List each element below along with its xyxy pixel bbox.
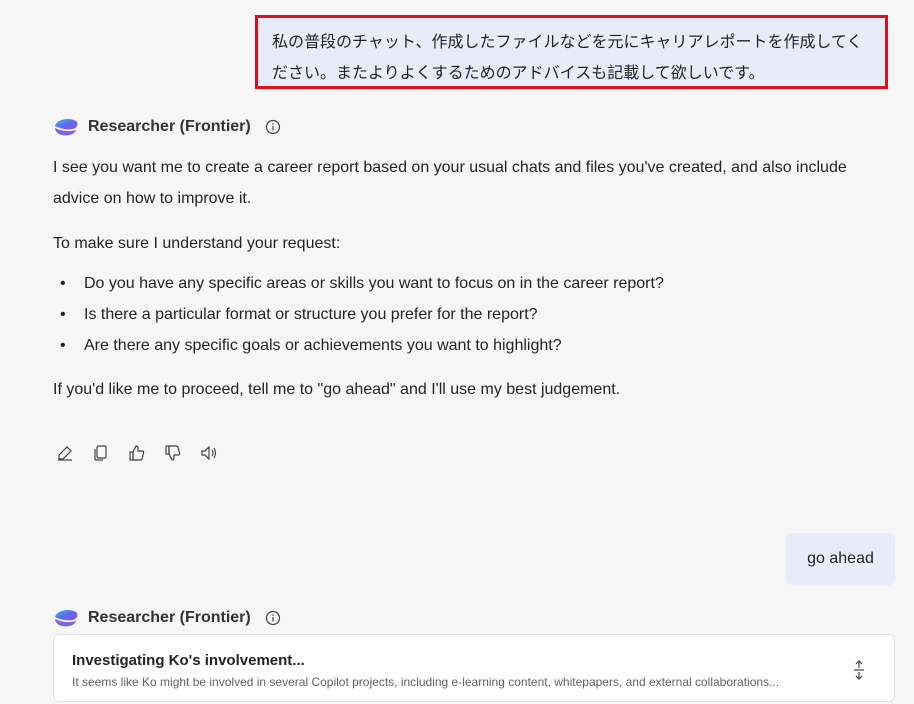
list-item: • Do you have any specific areas or skill… bbox=[60, 275, 664, 292]
list-item: • Are there any specific goals or achieve… bbox=[60, 337, 562, 354]
thumbs-down-icon[interactable] bbox=[162, 441, 184, 465]
agent-name: Researcher (Frontier) bbox=[88, 609, 251, 626]
speaker-icon[interactable] bbox=[198, 441, 220, 465]
card-title: Investigating Ko's involvement... bbox=[72, 652, 305, 669]
copy-icon[interactable] bbox=[90, 441, 112, 465]
agent-header: Researcher (Frontier) bbox=[53, 115, 281, 139]
thumbs-up-icon[interactable] bbox=[126, 441, 148, 465]
message-actions bbox=[54, 441, 220, 465]
user-message-highlighted: 私の普段のチャット、作成したファイルなどを元にキャリアレポートを作成してください… bbox=[255, 15, 888, 89]
info-icon[interactable] bbox=[265, 119, 281, 135]
user-message-2: go ahead bbox=[786, 533, 895, 585]
user-message-text: 私の普段のチャット、作成したファイルなどを元にキャリアレポートを作成してください… bbox=[272, 32, 863, 82]
list-item: • Is there a particular format or structu… bbox=[60, 306, 538, 323]
question-list: • Do you have any specific areas or skill… bbox=[60, 268, 860, 361]
info-icon[interactable] bbox=[265, 610, 281, 626]
agent-intro: I see you want me to create a career rep… bbox=[53, 159, 847, 207]
agent-name: Researcher (Frontier) bbox=[88, 118, 251, 135]
research-progress-card[interactable]: Investigating Ko's involvement... It see… bbox=[53, 634, 895, 702]
agent-lead: To make sure I understand your request: bbox=[53, 235, 341, 252]
card-subtitle: It seems like Ko might be involved in se… bbox=[72, 675, 780, 689]
user-message-text: go ahead bbox=[807, 550, 874, 567]
researcher-logo-icon bbox=[55, 118, 78, 136]
researcher-logo-icon bbox=[55, 609, 78, 627]
expand-collapse-icon[interactable] bbox=[852, 659, 866, 681]
agent-closing: If you'd like me to proceed, tell me to … bbox=[53, 381, 621, 398]
agent-header: Researcher (Frontier) bbox=[53, 606, 281, 630]
edit-icon[interactable] bbox=[54, 441, 76, 465]
